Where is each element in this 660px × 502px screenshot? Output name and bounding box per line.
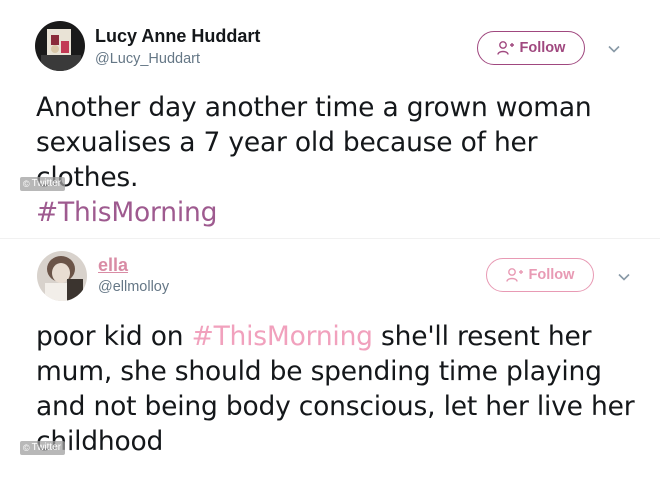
display-name[interactable]: Lucy Anne Huddart xyxy=(95,26,260,47)
tweet-card: Lucy Anne Huddart @Lucy_Huddart Follow A… xyxy=(0,0,660,238)
chevron-down-icon[interactable] xyxy=(616,269,632,285)
chevron-down-icon[interactable] xyxy=(606,41,622,57)
tweet-text: poor kid on #ThisMorning she'll resent h… xyxy=(36,319,646,459)
hashtag-link[interactable]: #ThisMorning xyxy=(36,197,217,228)
add-person-icon xyxy=(496,40,515,56)
follow-button[interactable]: Follow xyxy=(477,31,585,65)
tweet-text-body: Another day another time a grown woman s… xyxy=(36,92,592,193)
user-handle[interactable]: @ellmolloy xyxy=(98,279,169,295)
copyright-icon: © xyxy=(23,443,30,453)
tweet-text: Another day another time a grown woman s… xyxy=(36,90,646,230)
twitter-watermark: © Twitter xyxy=(20,441,66,455)
copyright-icon: © xyxy=(23,179,30,189)
user-avatar[interactable] xyxy=(37,251,87,301)
twitter-watermark: © Twitter xyxy=(20,177,66,191)
hashtag-link[interactable]: #ThisMorning xyxy=(192,321,373,352)
user-handle[interactable]: @Lucy_Huddart xyxy=(95,51,200,67)
follow-label: Follow xyxy=(519,40,566,56)
watermark-label: Twitter xyxy=(31,178,62,189)
add-person-icon xyxy=(505,267,524,283)
tweet-text-body: poor kid on xyxy=(36,321,192,352)
user-avatar[interactable] xyxy=(35,21,85,71)
tweet-card: ella @ellmolloy Follow poor kid on #This… xyxy=(0,238,660,502)
watermark-label: Twitter xyxy=(31,442,62,453)
display-name[interactable]: ella xyxy=(98,255,128,276)
follow-label: Follow xyxy=(528,267,575,283)
follow-button[interactable]: Follow xyxy=(486,258,594,292)
